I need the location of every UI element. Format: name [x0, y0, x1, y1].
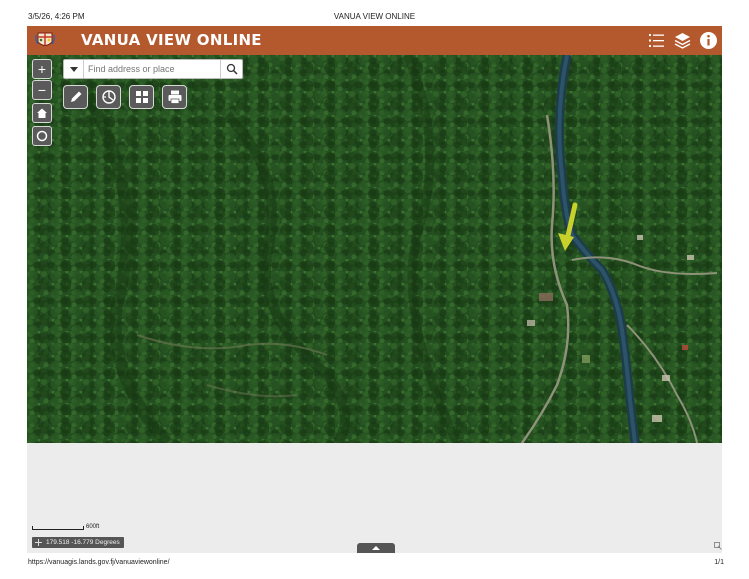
coordinates-display[interactable]: 179.518 -16.779 Degrees [32, 537, 124, 548]
satellite-map[interactable]: + − [27, 55, 722, 443]
basemap-gallery-icon [136, 91, 148, 103]
crosshair-icon [35, 539, 42, 546]
search-box [63, 59, 243, 79]
zoom-out-button[interactable]: − [32, 80, 52, 100]
satellite-imagery [27, 55, 722, 443]
app-title: VANUA VIEW ONLINE [81, 31, 262, 49]
print-url: https://vanuagis.lands.gov.fj/vanuaviewo… [28, 559, 170, 566]
coordinates-text: 179.518 -16.779 Degrees [46, 539, 120, 546]
search-source-dropdown[interactable] [64, 60, 84, 78]
search-button[interactable] [220, 60, 242, 78]
bottom-panel-toggle[interactable] [357, 543, 395, 553]
search-icon [226, 63, 238, 75]
basemap-gallery-button[interactable] [129, 85, 154, 109]
search-input[interactable] [88, 62, 218, 76]
caret-down-icon [70, 67, 78, 72]
app-header: VANUA VIEW ONLINE [27, 26, 722, 55]
home-button[interactable] [32, 103, 52, 123]
home-icon [37, 108, 47, 118]
scale-bar-line [32, 526, 84, 530]
measure-icon [102, 90, 116, 104]
draw-pencil-icon [71, 91, 82, 102]
print-document-title: VANUA VIEW ONLINE [333, 12, 416, 21]
locate-button[interactable] [32, 126, 52, 146]
resize-corner-icon [714, 542, 722, 550]
coat-of-arms-logo [35, 32, 55, 46]
info-icon[interactable] [699, 31, 718, 50]
scale-bar: 600ft [32, 523, 127, 537]
print-footer: https://vanuagis.lands.gov.fj/vanuaviewo… [0, 557, 749, 577]
measure-tool-button[interactable] [96, 85, 121, 109]
print-icon [168, 90, 182, 104]
print-header: 3/5/26, 4:26 PM VANUA VIEW ONLINE [0, 0, 749, 26]
chevron-up-icon [372, 546, 380, 550]
draw-tool-button[interactable] [63, 85, 88, 109]
app-page: VANUA VIEW ONLINE + − Find address or pl… [27, 26, 722, 553]
scale-label: 600ft [86, 524, 100, 530]
list-icon[interactable] [647, 31, 666, 50]
print-button[interactable] [162, 85, 187, 109]
page-number: 1/1 [714, 559, 724, 566]
zoom-in-button[interactable]: + [32, 59, 52, 79]
layers-icon[interactable] [673, 31, 692, 50]
circle-locate-icon [36, 130, 48, 142]
